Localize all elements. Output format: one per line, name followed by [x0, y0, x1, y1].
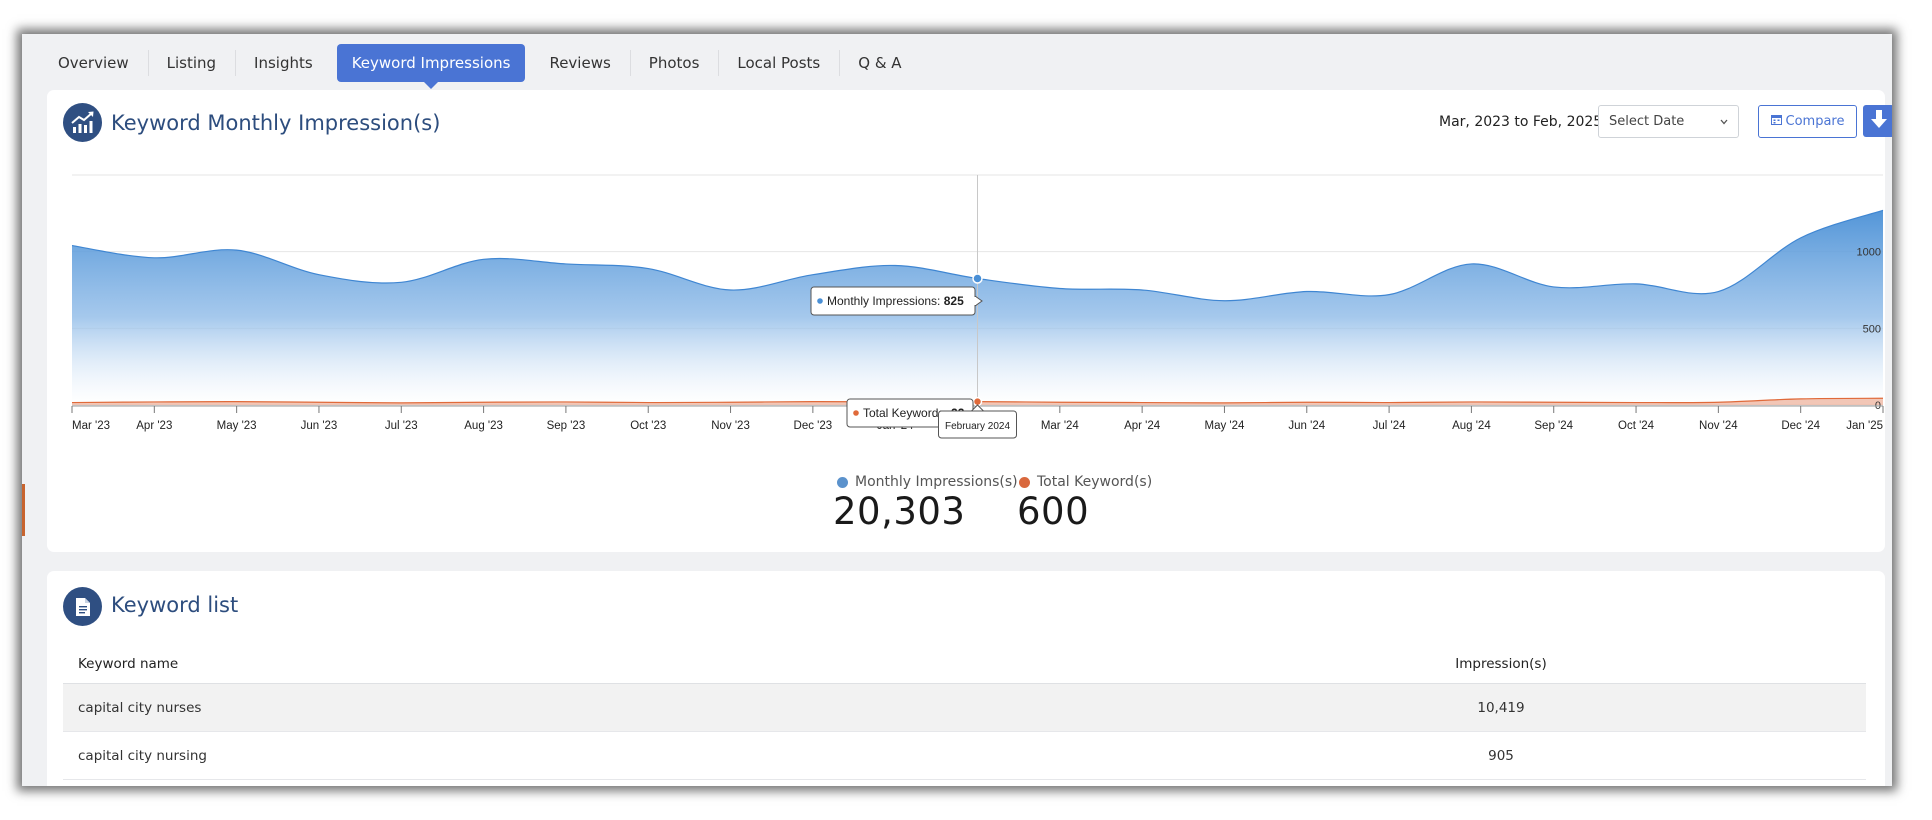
x-tick-label: Dec '24: [1781, 420, 1820, 432]
legend-impressions: Monthly Impressions(s): [837, 474, 1018, 490]
table-row: capital city nursing 905: [63, 731, 1866, 780]
tab-keyword-impressions[interactable]: Keyword Impressions: [336, 44, 526, 89]
document-icon: [63, 587, 102, 626]
tab-listing[interactable]: Listing: [147, 44, 235, 82]
column-impressions[interactable]: Impression(s): [1136, 645, 1866, 684]
tab-overview[interactable]: Overview: [39, 44, 148, 82]
tab-reviews[interactable]: Reviews: [530, 44, 629, 82]
keyword-list-card: Keyword list Keyword name Impression(s) …: [47, 571, 1885, 786]
x-tick-label: Aug '24: [1452, 420, 1491, 432]
y-tick-label: 500: [1863, 323, 1881, 335]
svg-text:February 2024: February 2024: [945, 421, 1010, 432]
svg-text:Monthly Impressions: 825: Monthly Impressions: 825: [827, 294, 964, 308]
x-tick-label: Oct '23: [630, 420, 666, 432]
x-tick-label: Apr '24: [1124, 420, 1161, 432]
x-tick-label: Oct '24: [1618, 420, 1655, 432]
x-tick-label: Jul '23: [385, 420, 418, 432]
tab-bar: Overview Listing Insights Keyword Impres…: [39, 43, 921, 89]
keyword-name-cell: capital city nurses: [63, 683, 1136, 732]
column-keyword-name[interactable]: Keyword name: [63, 645, 1136, 684]
impressions-cell: 905: [1136, 731, 1866, 780]
keyword-table: Keyword name Impression(s) capital city …: [63, 645, 1866, 780]
impressions-hover-point[interactable]: [972, 273, 983, 284]
legend-dot-impressions: [837, 476, 848, 488]
impressions-tooltip: Monthly Impressions: 825: [810, 286, 983, 316]
x-tick-label: Mar '24: [1041, 420, 1080, 432]
x-tick-label: Jul '24: [1373, 420, 1406, 432]
x-tick-label: Sep '24: [1534, 420, 1573, 432]
tab-insights[interactable]: Insights: [235, 44, 332, 82]
keyword-list-title: Keyword list: [111, 593, 239, 617]
x-tick-label: Jan '25: [1846, 420, 1883, 432]
total-keywords-value: 600: [1017, 490, 1090, 533]
tab-q-and-a[interactable]: Q & A: [839, 44, 920, 82]
x-tick-label: Dec '23: [794, 420, 833, 432]
x-tick-label: Aug '23: [464, 420, 503, 432]
x-tick-label: May '24: [1204, 420, 1245, 432]
x-tick-label: May '23: [217, 420, 257, 432]
tab-photos[interactable]: Photos: [629, 44, 719, 82]
x-tick-label: Jun '23: [301, 420, 338, 432]
legend-dot-keywords: [1019, 476, 1030, 488]
table-row: capital city nurses 10,419: [63, 683, 1866, 732]
impressions-cell: 10,419: [1136, 683, 1866, 732]
x-tick-label: Apr '23: [136, 420, 172, 432]
x-tick-label: Nov '24: [1699, 420, 1738, 432]
total-impressions-value: 20,303: [833, 490, 966, 533]
legend-label-keywords: Total Keyword(s): [1037, 474, 1153, 490]
y-tick-label: 1000: [1857, 247, 1881, 259]
tab-local-posts[interactable]: Local Posts: [718, 44, 839, 82]
table-header-row: Keyword name Impression(s): [63, 645, 1866, 684]
x-tick-label: Jun '24: [1288, 420, 1325, 432]
legend-keywords: Total Keyword(s): [1019, 474, 1152, 490]
side-handle[interactable]: [22, 484, 25, 536]
keyword-name-cell: capital city nursing: [63, 731, 1136, 780]
x-tick-label: Nov '23: [711, 420, 750, 432]
app-frame: Overview Listing Insights Keyword Impres…: [22, 34, 1892, 786]
legend-label-impressions: Monthly Impressions(s): [855, 474, 1018, 490]
x-tick-label: Sep '23: [547, 420, 586, 432]
impressions-card: Keyword Monthly Impression(s) Mar, 2023 …: [47, 90, 1892, 552]
x-tick-label: Mar '23: [72, 420, 110, 432]
